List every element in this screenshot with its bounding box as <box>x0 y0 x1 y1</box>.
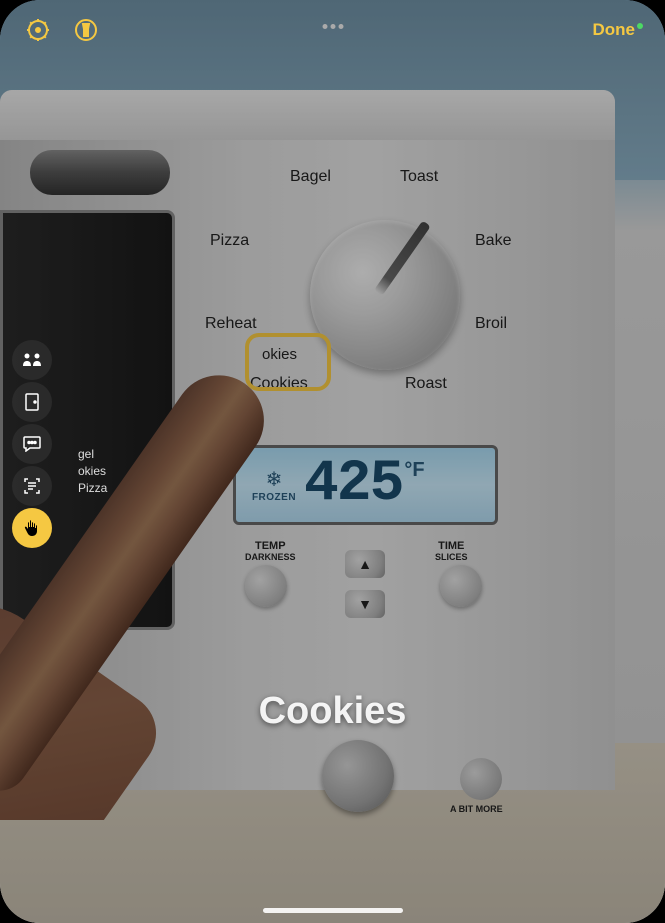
oven-top-surface <box>0 90 615 140</box>
oven-door-handle <box>30 150 170 195</box>
dial-label-bagel: Bagel <box>290 168 331 186</box>
door-detection-button[interactable] <box>12 382 52 422</box>
point-and-speak-highlight <box>245 333 331 391</box>
spoken-result-text: Cookies <box>259 690 407 733</box>
text-detection-button[interactable] <box>12 466 52 506</box>
people-detection-button[interactable] <box>12 340 52 380</box>
image-description-button[interactable] <box>12 424 52 464</box>
time-button <box>440 565 482 607</box>
camera-active-indicator <box>637 23 643 29</box>
up-arrow-button: ▲ <box>345 550 385 578</box>
down-arrow-button: ▼ <box>345 590 385 618</box>
top-left-controls <box>22 14 102 46</box>
dial-label-toast: Toast <box>400 168 438 186</box>
lcd-temperature: 425 <box>304 456 402 514</box>
detection-mode-toolbar <box>12 340 52 548</box>
home-indicator[interactable] <box>263 908 403 913</box>
detected-text-overlay: gel okies Pizza <box>78 446 107 496</box>
point-and-speak-button[interactable] <box>12 508 52 548</box>
ipad-frame: Bagel Toast Bake Broil Roast Cookies Reh… <box>0 0 665 923</box>
done-button[interactable]: Done <box>593 20 644 40</box>
abitmore-label: A BIT MORE <box>450 804 503 814</box>
flashlight-button[interactable] <box>70 14 102 46</box>
dial-label-roast: Roast <box>405 375 447 393</box>
time-label: TIME SLICES <box>435 540 468 562</box>
dial-label-bake: Bake <box>475 232 511 250</box>
lcd-unit: °F <box>404 459 424 482</box>
settings-button[interactable] <box>22 14 54 46</box>
dial-label-pizza: Pizza <box>210 232 249 250</box>
dial-label-broil: Broil <box>475 315 507 333</box>
bottom-controls: A BIT MORE <box>260 740 540 830</box>
function-dial <box>310 220 460 370</box>
multitask-indicator[interactable] <box>322 24 343 29</box>
top-toolbar: Done <box>0 0 665 60</box>
abitmore-button <box>460 758 502 800</box>
start-cancel-button <box>322 740 394 812</box>
